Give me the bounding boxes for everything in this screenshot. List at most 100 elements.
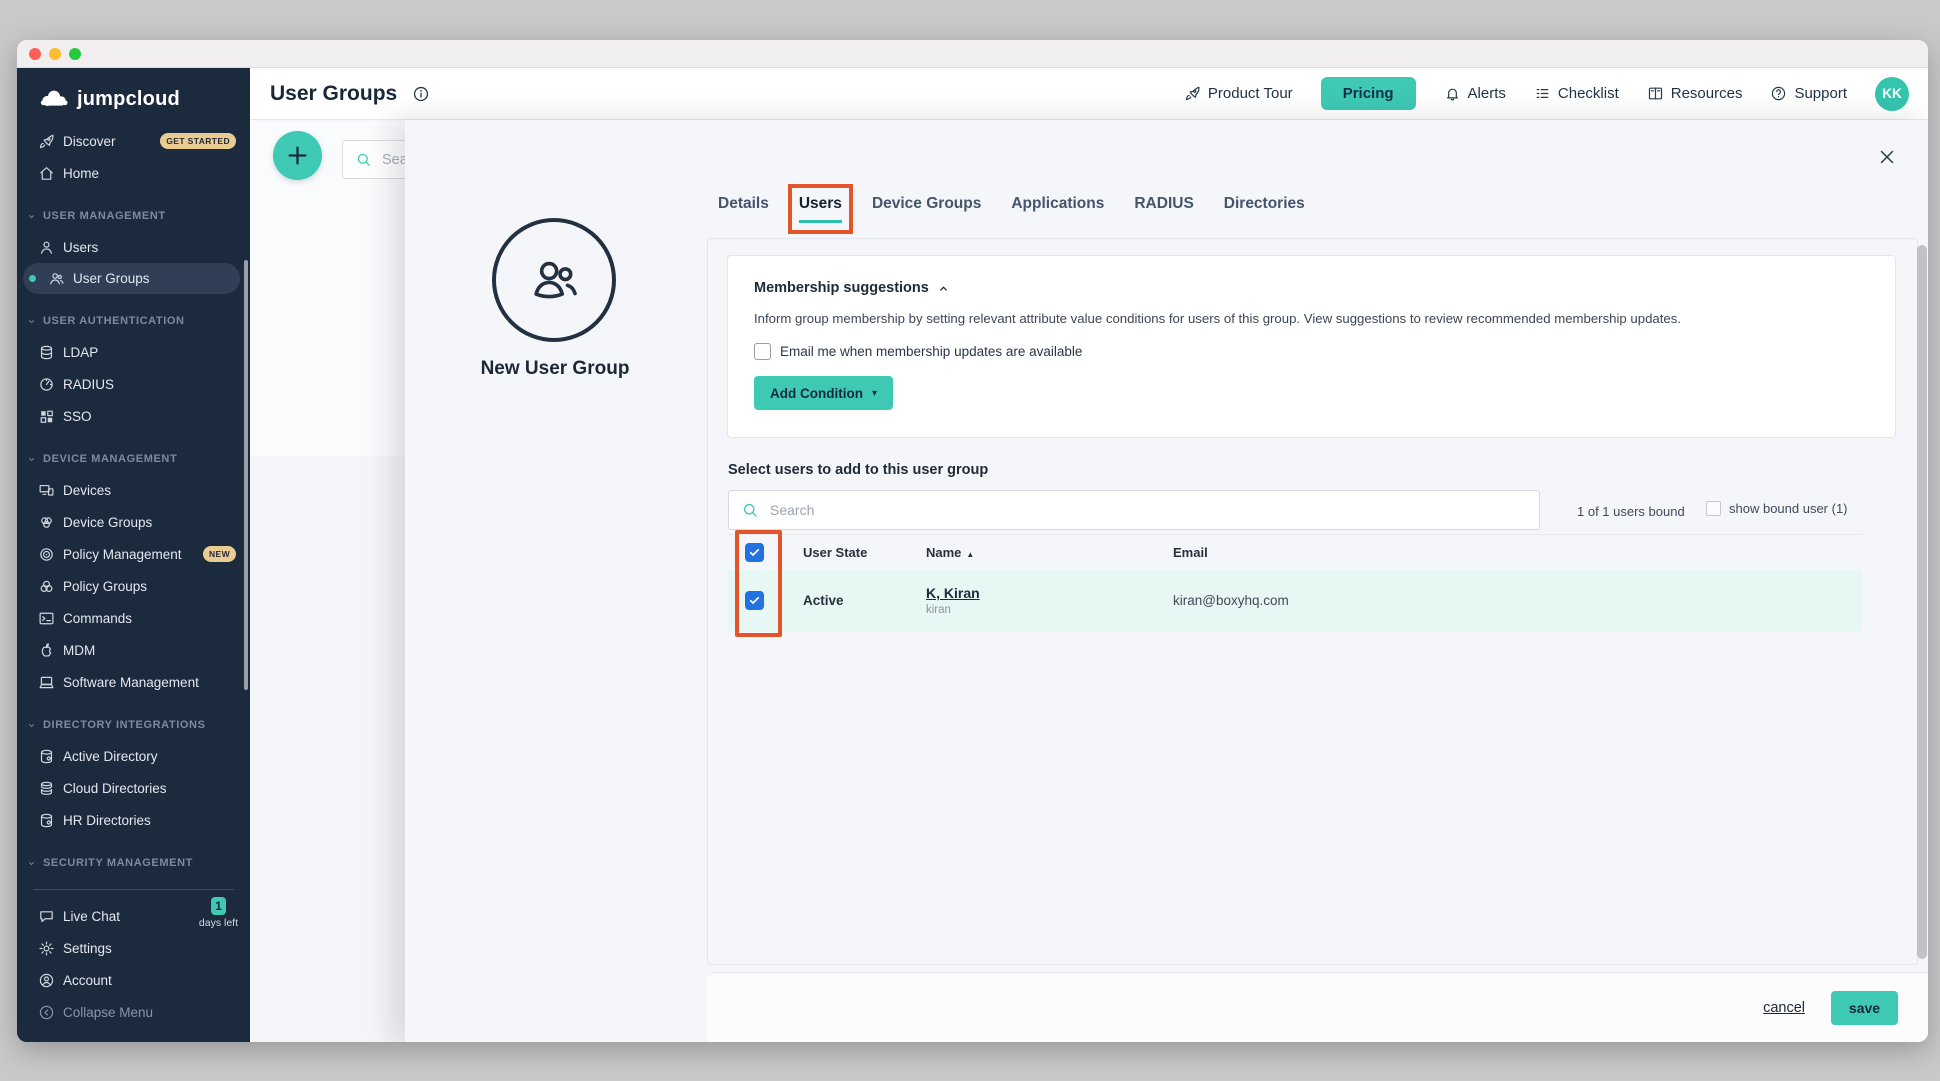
user-avatar[interactable]: KK <box>1875 77 1909 111</box>
cancel-button[interactable]: cancel <box>1763 1000 1805 1016</box>
sidebar-item-label: Policy Management <box>63 547 182 562</box>
gear-icon <box>38 940 55 957</box>
dbstack-icon <box>38 780 55 797</box>
membership-suggestions-toggle[interactable]: Membership suggestions <box>754 280 1869 296</box>
tab-device-groups[interactable]: Device Groups <box>872 195 981 223</box>
add-user-group-button[interactable] <box>273 131 322 180</box>
laptop-icon <box>38 674 55 691</box>
user-search-input[interactable] <box>770 502 1470 518</box>
sidebar-item-collapse-menu[interactable]: Collapse Menu <box>17 996 250 1028</box>
sidebar-item-settings[interactable]: Settings <box>17 932 250 964</box>
column-header-user-state[interactable]: User State <box>803 545 926 560</box>
apple-icon <box>38 642 55 659</box>
sidebar-section-directory-integrations[interactable]: DIRECTORY INTEGRATIONS <box>17 710 250 740</box>
sidebar-item-discover[interactable]: DiscoverGET STARTED <box>17 125 250 157</box>
header-nav-checklist[interactable]: Checklist <box>1534 85 1619 102</box>
new-user-group-panel: New User Group DetailsUsersDevice Groups… <box>405 120 1928 1042</box>
sidebar-item-label: Discover <box>63 134 116 149</box>
chev-down-icon <box>25 857 38 870</box>
sidebar-section-device-management[interactable]: DEVICE MANAGEMENT <box>17 444 250 474</box>
email-updates-checkbox[interactable] <box>754 343 771 360</box>
sidebar-item-mdm[interactable]: MDM <box>17 634 250 666</box>
tab-applications[interactable]: Applications <box>1011 195 1104 223</box>
group-avatar <box>492 218 616 342</box>
plus-icon <box>285 143 310 168</box>
sidebar-item-cloud-directories[interactable]: Cloud Directories <box>17 772 250 804</box>
select-all-checkbox[interactable] <box>745 543 764 562</box>
header-nav-resources[interactable]: Resources <box>1647 85 1743 102</box>
sidebar-item-sso[interactable]: SSO <box>17 400 250 432</box>
trial-days-count: 1 <box>211 897 226 915</box>
email-updates-option[interactable]: Email me when membership updates are ava… <box>754 343 1869 360</box>
add-condition-label: Add Condition <box>770 386 863 401</box>
header-nav-alerts[interactable]: Alerts <box>1444 85 1506 102</box>
sort-arrow-icon: ▲ <box>966 550 974 559</box>
sidebar-item-label: Devices <box>63 483 111 498</box>
header-nav-product-tour[interactable]: Product Tour <box>1184 85 1293 102</box>
sidebar-divider <box>33 889 234 890</box>
sidebar-item-users[interactable]: Users <box>17 231 250 263</box>
sidebar-item-label: Device Groups <box>63 515 152 530</box>
sidebar-item-active-directory[interactable]: Active Directory <box>17 740 250 772</box>
sidebar-item-policy-management[interactable]: Policy ManagementNEW <box>17 538 250 570</box>
sidebar-scrollbar[interactable] <box>244 260 248 690</box>
sidebar-item-label: HR Directories <box>63 813 151 828</box>
tab-radius[interactable]: RADIUS <box>1134 195 1193 223</box>
sidebar-section-user-authentication[interactable]: USER AUTHENTICATION <box>17 306 250 336</box>
panel-scrollbar[interactable] <box>1917 245 1927 959</box>
save-button[interactable]: save <box>1831 991 1898 1025</box>
chat-icon <box>38 908 55 925</box>
dbdot-icon <box>38 748 55 765</box>
user-name-cell: K, Kirankiran <box>926 585 1173 616</box>
sidebar-item-policy-groups[interactable]: Policy Groups <box>17 570 250 602</box>
close-window-button[interactable] <box>29 48 41 60</box>
users-table-header: User StateName▲Email <box>728 534 1862 570</box>
sidebar-item-hr-directories[interactable]: HR Directories <box>17 804 250 836</box>
sidebar-item-software-management[interactable]: Software Management <box>17 666 250 698</box>
header-nav-label: Support <box>1794 85 1847 102</box>
info-icon[interactable] <box>412 85 430 103</box>
sidebar-item-ldap[interactable]: LDAP <box>17 336 250 368</box>
column-header-name[interactable]: Name▲ <box>926 545 1173 560</box>
sidebar-item-user-groups[interactable]: User Groups <box>23 263 240 294</box>
email-updates-label: Email me when membership updates are ava… <box>780 344 1082 359</box>
select-users-heading: Select users to add to this user group <box>728 462 988 478</box>
show-bound-user-option[interactable]: show bound user (1) <box>1706 501 1848 516</box>
terminal-icon <box>38 610 55 627</box>
sidebar-item-live-chat[interactable]: Live Chat1days left <box>17 900 250 932</box>
sidebar-item-device-groups[interactable]: Device Groups <box>17 506 250 538</box>
db-icon <box>38 344 55 361</box>
sidebar-section-security-management[interactable]: SECURITY MANAGEMENT <box>17 848 250 878</box>
jumpcloud-logo[interactable]: jumpcloud <box>17 74 250 124</box>
sidebar-item-label: Settings <box>63 941 112 956</box>
sidebar-item-account[interactable]: Account <box>17 964 250 996</box>
dial-icon <box>38 376 55 393</box>
user-row[interactable]: ActiveK, Kirankirankiran@boxyhq.com <box>728 570 1862 631</box>
sidebar-item-home[interactable]: Home <box>17 157 250 189</box>
chevron-up-icon <box>936 281 951 296</box>
sidebar-item-devices[interactable]: Devices <box>17 474 250 506</box>
tab-users[interactable]: Users <box>799 195 842 223</box>
search-icon <box>355 151 372 168</box>
sidebar-item-label: Cloud Directories <box>63 781 167 796</box>
sidebar-item-label: Collapse Menu <box>63 1005 153 1020</box>
sidebar-item-radius[interactable]: RADIUS <box>17 368 250 400</box>
user-name-link[interactable]: K, Kiran <box>926 585 1173 601</box>
zoom-window-button[interactable] <box>69 48 81 60</box>
add-condition-button[interactable]: Add Condition ▾ <box>754 376 893 410</box>
sidebar-nav: DiscoverGET STARTEDHomeUSER MANAGEMENTUs… <box>17 125 250 880</box>
minimize-window-button[interactable] <box>49 48 61 60</box>
sidebar-item-commands[interactable]: Commands <box>17 602 250 634</box>
sidebar-section-user-management[interactable]: USER MANAGEMENT <box>17 201 250 231</box>
header-nav-pricing[interactable]: Pricing <box>1321 77 1416 110</box>
tab-directories[interactable]: Directories <box>1224 195 1305 223</box>
header-nav-support[interactable]: Support <box>1770 85 1847 102</box>
user-row-checkbox[interactable] <box>745 591 764 610</box>
trial-countdown: 1days left <box>199 897 238 929</box>
header-nav-label: Checklist <box>1558 85 1619 102</box>
logo-text: jumpcloud <box>77 88 180 111</box>
column-header-email[interactable]: Email <box>1173 545 1862 560</box>
show-bound-user-checkbox[interactable] <box>1706 501 1721 516</box>
close-panel-button[interactable] <box>1872 142 1902 172</box>
tab-details[interactable]: Details <box>718 195 769 223</box>
